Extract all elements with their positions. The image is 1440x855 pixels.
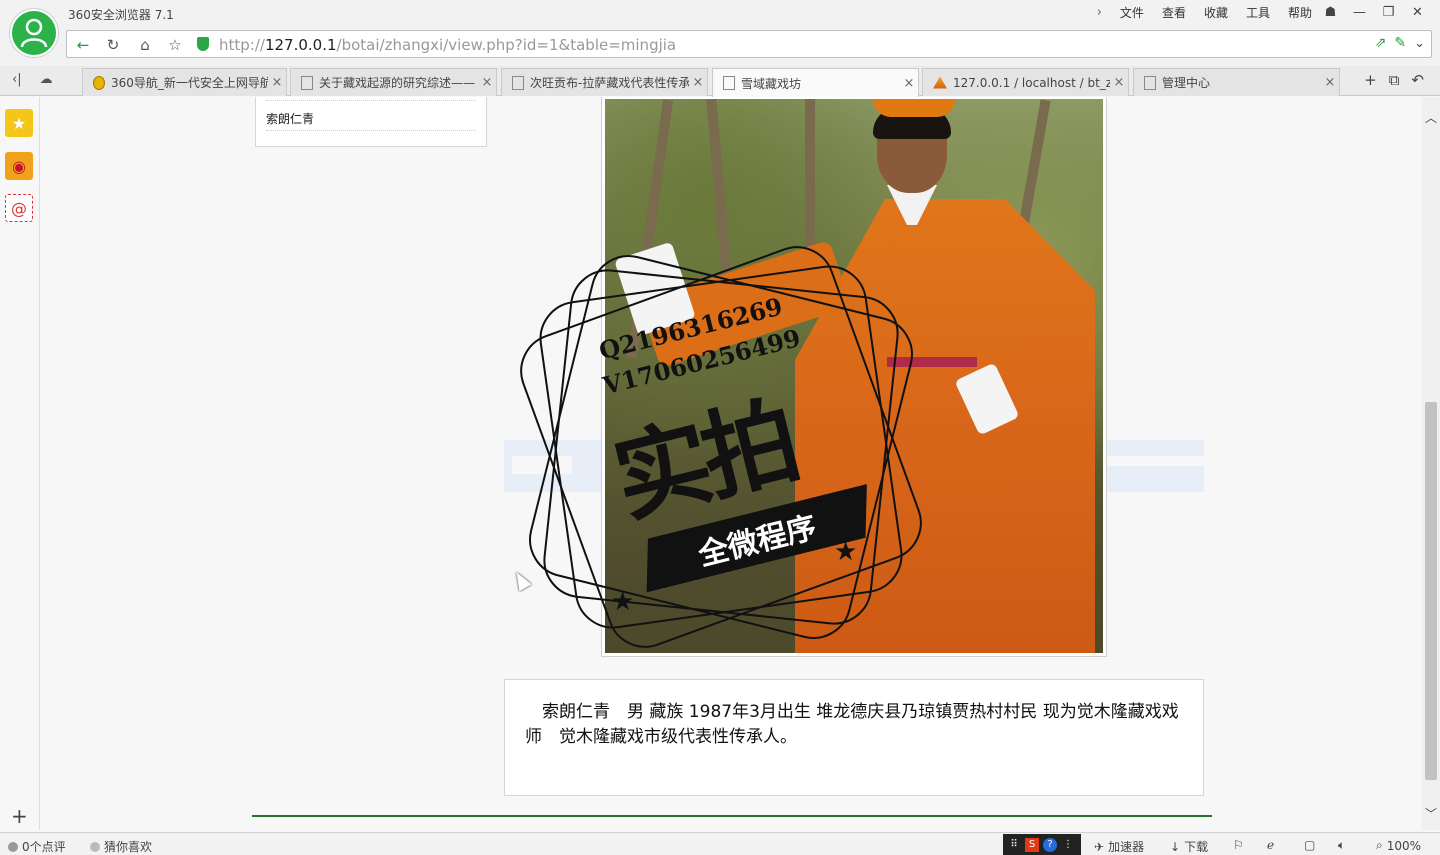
guess-icon [90,841,100,852]
address-actions: ⇗ ✎ ⌄ [1375,35,1425,51]
portrait-photo [601,97,1107,657]
chevron-right-icon[interactable]: › [1097,5,1102,20]
status-bar: 0个点评 猜你喜欢 ⠿ S ? ⋮ ✈ 加速器 ↓ 下载 ⚐ ℯ ▢ 🔈︎ ⌕ 100… [0,832,1440,855]
page-icon [1144,75,1156,90]
system-tray: ⠿ S ? ⋮ [1003,834,1081,855]
page-content: 索朗仁青 Q2196316269 V17060256499 实拍 全微程序 ★ … [41,97,1422,830]
undo-close-icon[interactable]: ↶ [1411,71,1424,89]
address-row: ← ↻ ⌂ ☆ http://127.0.0.1/botai/zhangxi/v… [0,28,1440,66]
tab-list-icon[interactable]: ⧉ [1389,71,1400,89]
close-icon[interactable]: × [478,75,496,90]
zoom-icon: ⌕ [1376,838,1383,852]
refresh-icon[interactable]: ↻ [101,35,125,55]
menu-help[interactable]: 帮助 [1288,4,1312,21]
download-button[interactable]: ↓ 下载 [1170,838,1208,855]
vertical-scrollbar[interactable]: ︿ ﹀ [1422,97,1440,830]
divider [266,130,476,131]
app-title: 360安全浏览器 7.1 [68,8,174,22]
cloud-icon[interactable]: ☁ [40,72,53,87]
menu-bar: › 文件 查看 收藏 工具 帮助 [1097,4,1312,21]
page-icon [301,75,313,90]
close-icon[interactable]: ✕ [1403,2,1432,22]
comments-status[interactable]: 0个点评 [8,838,66,855]
close-icon[interactable]: × [1110,75,1128,90]
title-bar: 360安全浏览器 7.1 › 文件 查看 收藏 工具 帮助 ☗ — ❐ ✕ [0,0,1440,28]
add-sidebar-icon[interactable]: + [11,804,28,828]
comment-icon [8,841,18,852]
back-arrow-icon[interactable]: ← [71,35,95,55]
download-icon: ↓ [1170,839,1181,854]
scroll-down-icon[interactable]: ﹀ [1422,805,1440,822]
zoom-control[interactable]: ⌕ 100% [1376,838,1421,853]
grid-icon[interactable]: ⠿ [1007,838,1021,852]
rocket-icon: ✈ [1094,839,1105,854]
description-text: 索朗仁青 男 藏族 1987年3月出生 堆龙德庆县乃琼镇贾热村村民 现为觉木隆藏… [525,702,1179,747]
page-icon [723,76,735,90]
volume-icon[interactable]: 🔈︎ [1338,838,1345,853]
tab-360-nav[interactable]: 360导航_新一代安全上网导航 × [82,68,287,96]
url-text[interactable]: http://127.0.0.1/botai/zhangxi/view.php?… [219,36,676,54]
chevron-down-icon[interactable]: ⌄ [1414,36,1425,51]
list-item[interactable]: 索朗仁青 [266,110,314,127]
mouse-cursor-icon [510,568,532,592]
flag-icon[interactable]: ⚐ [1233,838,1244,852]
new-tab-icon[interactable]: + [1364,71,1377,89]
tab-origin-research[interactable]: 关于藏戏起源的研究综述—— × [290,68,497,96]
tab-phpmyadmin[interactable]: 127.0.0.1 / localhost / bt_zhangxi × [922,68,1129,96]
sidebar: ★ ◉ @ + [0,97,40,830]
guess-like-status[interactable]: 猜你喜欢 [90,838,152,855]
minimize-icon[interactable]: — [1345,2,1374,22]
window-icon[interactable]: ▢ [1304,838,1315,852]
share-icon[interactable]: ⇗ [1375,35,1387,51]
menu-file[interactable]: 文件 [1120,4,1144,21]
window-controls: ☗ — ❐ ✕ [1316,2,1432,22]
tab-ciwang[interactable]: 次旺贡布-拉萨藏戏代表性传承人 × [501,68,708,96]
weibo-icon[interactable]: ◉ [5,152,33,180]
pma-icon [933,76,947,89]
skin-icon[interactable]: ☗ [1316,2,1345,22]
home-icon[interactable]: ⌂ [133,35,157,55]
inheritor-list: 索朗仁青 [255,97,487,147]
favorites-star-icon[interactable]: ★ [5,109,33,137]
globe-icon [93,75,105,90]
page-icon [512,75,524,90]
tray-menu-icon[interactable]: ⋮ [1061,838,1075,852]
description-box: 索朗仁青 男 藏族 1987年3月出生 堆龙德庆县乃琼镇贾热村村民 现为觉木隆藏… [504,679,1204,796]
scroll-up-icon[interactable]: ︿ [1422,109,1440,126]
tab-scroll-left-icon[interactable]: ‹| [12,72,22,87]
scroll-thumb[interactable] [1425,402,1437,780]
close-icon[interactable]: × [1321,75,1339,90]
close-icon[interactable]: × [689,75,707,90]
menu-tools[interactable]: 工具 [1246,4,1270,21]
portrait-image [605,99,1103,653]
restore-icon[interactable]: ❐ [1374,2,1403,22]
address-bar[interactable]: ← ↻ ⌂ ☆ http://127.0.0.1/botai/zhangxi/v… [66,30,1432,58]
user-avatar-icon[interactable] [10,9,58,57]
compat-mode-icon[interactable]: ✎ [1394,35,1406,51]
mail-icon[interactable]: @ [5,194,33,222]
sogou-icon[interactable]: S [1025,837,1039,852]
ie-mode-icon[interactable]: ℯ [1267,838,1274,852]
favorite-star-icon[interactable]: ☆ [163,35,187,55]
menu-view[interactable]: 查看 [1162,4,1186,21]
close-icon[interactable]: × [268,75,286,90]
footer-divider [252,815,1212,817]
tab-admin-center[interactable]: 管理中心 × [1133,68,1340,96]
menu-favorites[interactable]: 收藏 [1204,4,1228,21]
security-shield-icon [197,37,209,51]
close-icon[interactable]: × [900,76,918,91]
tab-xueyu-active[interactable]: 雪域藏戏坊 × [712,68,919,97]
help-icon[interactable]: ? [1043,837,1057,852]
accelerator-button[interactable]: ✈ 加速器 [1094,838,1144,855]
tab-bar: ‹| ☁ 360导航_新一代安全上网导航 × 关于藏戏起源的研究综述—— × 次… [0,66,1440,97]
divider [266,100,476,101]
